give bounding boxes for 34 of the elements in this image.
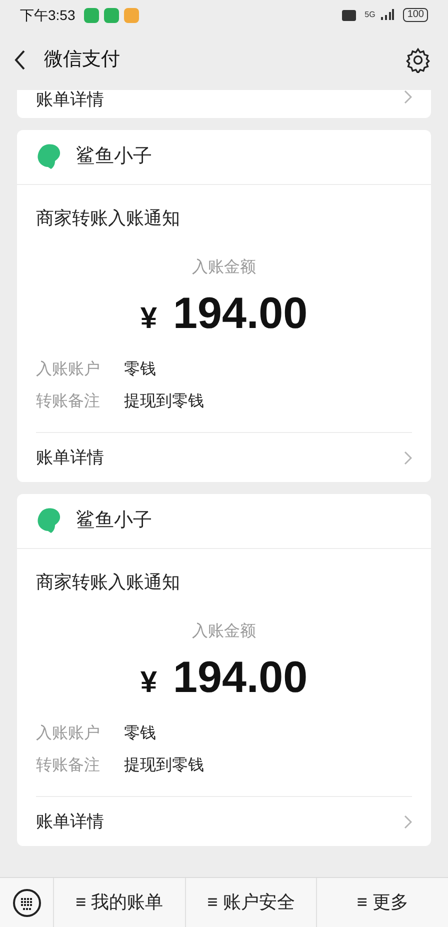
amount-value: 194.00 bbox=[173, 288, 308, 340]
field-value: 提现到零钱 bbox=[124, 756, 204, 776]
field-label: 入账账户 bbox=[36, 724, 100, 744]
chevron-right-icon bbox=[404, 90, 412, 104]
sender-name: 鲨鱼小子 bbox=[76, 144, 152, 169]
currency-symbol: ¥ bbox=[140, 301, 158, 337]
menu-tab[interactable]: ≡ 我的账单 bbox=[54, 878, 186, 927]
field-label: 转账备注 bbox=[36, 392, 100, 412]
amount-label: 入账金额 bbox=[192, 258, 256, 278]
field-value: 零钱 bbox=[124, 724, 156, 744]
field-value: 零钱 bbox=[124, 360, 156, 380]
page-title: 微信支付 bbox=[44, 48, 120, 72]
amount-value: 194.00 bbox=[173, 652, 308, 704]
menu-tab[interactable]: ≡ 账户安全 bbox=[186, 878, 318, 927]
sender-name: 鲨鱼小子 bbox=[76, 508, 152, 533]
notification-title: 商家转账入账通知 bbox=[36, 207, 181, 230]
bill-details-link[interactable]: 账单详情 bbox=[36, 432, 412, 482]
currency-symbol: ¥ bbox=[140, 665, 158, 701]
notification-title: 商家转账入账通知 bbox=[36, 571, 181, 594]
network-label: 5G bbox=[364, 9, 376, 21]
bill-details-card[interactable]: 账单详情 bbox=[17, 90, 431, 118]
amount-label: 入账金额 bbox=[192, 622, 256, 642]
menu-tab[interactable]: ≡ 更多 bbox=[317, 878, 448, 927]
status-time: 下午3:53 bbox=[20, 6, 76, 24]
chevron-right-icon bbox=[404, 814, 412, 828]
battery-indicator: 100 bbox=[403, 8, 428, 22]
field-value: 提现到零钱 bbox=[124, 392, 204, 412]
chevron-right-icon bbox=[404, 450, 412, 464]
field-label: 转账备注 bbox=[36, 756, 100, 776]
settings-icon[interactable] bbox=[405, 47, 431, 73]
bill-details-link[interactable]: 账单详情 bbox=[36, 796, 412, 846]
bill-details-link[interactable]: 账单详情 bbox=[36, 90, 104, 110]
signal-icon bbox=[380, 9, 394, 21]
field-label: 入账账户 bbox=[36, 360, 100, 380]
